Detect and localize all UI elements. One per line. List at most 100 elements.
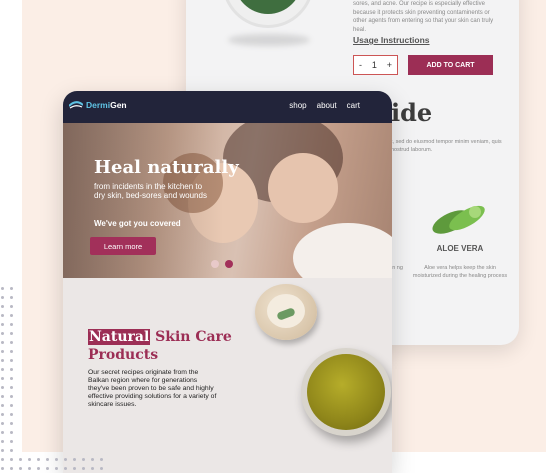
top-navbar: DermiGen shop about cart — [63, 91, 392, 123]
hero-photo-shirt — [293, 223, 392, 278]
decoration-dot — [1, 404, 4, 407]
decoration-dot — [10, 368, 13, 371]
logo-text-suffix: Gen — [110, 100, 127, 110]
quantity-value: 1 — [371, 60, 377, 70]
hero-tagline: We've got you covered — [94, 219, 181, 228]
decoration-dot — [82, 467, 85, 470]
ingredient-name: ALOE VERA — [436, 244, 484, 253]
increment-button[interactable]: + — [387, 60, 392, 70]
decoration-dot — [10, 395, 13, 398]
decoration-dot — [10, 467, 13, 470]
nav-link-about[interactable]: about — [317, 101, 337, 110]
decoration-dot — [82, 458, 85, 461]
cream-jar-image — [255, 284, 321, 342]
decoration-dot — [1, 413, 4, 416]
add-to-cart-button[interactable]: ADD TO CART — [408, 55, 493, 75]
jar-shadow — [228, 34, 310, 46]
decoration-dot — [10, 305, 13, 308]
decoration-dot — [28, 458, 31, 461]
decoration-dot — [73, 467, 76, 470]
nav-link-shop[interactable]: shop — [289, 101, 306, 110]
oil-jar-image — [301, 348, 392, 438]
product-jar-image — [222, 0, 314, 32]
decoration-dot — [10, 431, 13, 434]
decrement-button[interactable]: - — [359, 60, 362, 70]
decoration-dot — [10, 332, 13, 335]
decoration-dot — [1, 458, 4, 461]
nav-link-cart[interactable]: cart — [347, 101, 360, 110]
decoration-dot — [1, 386, 4, 389]
landing-page-card: DermiGen shop about cart Heal naturally … — [63, 91, 392, 473]
ingredient-text-fragment: in ng — [391, 265, 403, 271]
decoration-dot — [10, 296, 13, 299]
carousel-pager — [211, 260, 233, 268]
decoration-dot — [10, 341, 13, 344]
decoration-dot — [91, 467, 94, 470]
decoration-dot — [1, 323, 4, 326]
decoration-dot — [1, 287, 4, 290]
decoration-dot — [1, 431, 4, 434]
decoration-dot — [19, 467, 22, 470]
decoration-dot — [55, 467, 58, 470]
decoration-dot — [10, 449, 13, 452]
decoration-dot — [10, 386, 13, 389]
logo-swoosh-icon — [69, 101, 83, 109]
decoration-dot — [10, 377, 13, 380]
decoration-dot — [1, 449, 4, 452]
decoration-dot — [1, 359, 4, 362]
decoration-dot — [1, 296, 4, 299]
decoration-dot — [1, 368, 4, 371]
decoration-dot — [55, 458, 58, 461]
decoration-dot — [64, 467, 67, 470]
product-description: sores, and acne. Our recipe is especiall… — [353, 1, 494, 33]
carousel-dot-active[interactable] — [225, 260, 233, 268]
decoration-dot — [19, 458, 22, 461]
decoration-dot — [1, 422, 4, 425]
decoration-dot — [1, 395, 4, 398]
mockup-stage: sores, and acne. Our recipe is especiall… — [0, 0, 559, 473]
section-heading-fragment: ide — [391, 98, 433, 127]
decoration-dot — [10, 323, 13, 326]
decoration-dot — [37, 458, 40, 461]
decoration-dot — [10, 314, 13, 317]
decoration-dot — [1, 341, 4, 344]
decoration-dot — [28, 467, 31, 470]
title-rest: Skin Care — [150, 329, 232, 345]
quantity-stepper[interactable]: - 1 + — [353, 55, 398, 75]
title-highlight: Natural — [88, 329, 151, 345]
hero-subtitle: from incidents in the kitchen to dry ski… — [94, 182, 207, 200]
title-line2: Products — [88, 347, 159, 363]
decoration-dot — [1, 332, 4, 335]
section-text-fragment: t, sed do eiusmod tempor minim veniam, q… — [391, 139, 502, 153]
decoration-dot — [64, 458, 67, 461]
hero-title: Heal naturally — [94, 157, 239, 178]
decoration-dot — [10, 458, 13, 461]
decoration-dot — [37, 467, 40, 470]
decoration-dot — [46, 467, 49, 470]
decoration-dot — [10, 359, 13, 362]
decoration-dot — [10, 422, 13, 425]
decoration-dot — [91, 458, 94, 461]
hero-photo-mother-face — [268, 153, 338, 223]
decoration-dot — [46, 458, 49, 461]
carousel-dot[interactable] — [211, 260, 219, 268]
logo-text-prefix: Dermi — [86, 100, 111, 110]
decoration-dot — [1, 467, 4, 470]
decoration-dot — [73, 458, 76, 461]
decoration-dot — [10, 287, 13, 290]
decoration-dot — [10, 413, 13, 416]
decoration-dot — [100, 467, 103, 470]
products-section-description: Our secret recipes originate from the Ba… — [88, 369, 217, 408]
decoration-dot — [1, 305, 4, 308]
brand-logo[interactable]: DermiGen — [69, 100, 127, 110]
usage-instructions-link[interactable]: Usage Instructions — [353, 35, 430, 45]
products-section-title: Natural Skin Care Products — [88, 328, 232, 364]
decoration-dot — [1, 377, 4, 380]
decoration-dot — [1, 314, 4, 317]
decoration-dot — [10, 350, 13, 353]
decoration-dot — [10, 440, 13, 443]
aloe-vera-icon — [432, 205, 485, 234]
decoration-dot — [100, 458, 103, 461]
decoration-dot — [1, 350, 4, 353]
learn-more-button[interactable]: Learn more — [90, 237, 156, 255]
